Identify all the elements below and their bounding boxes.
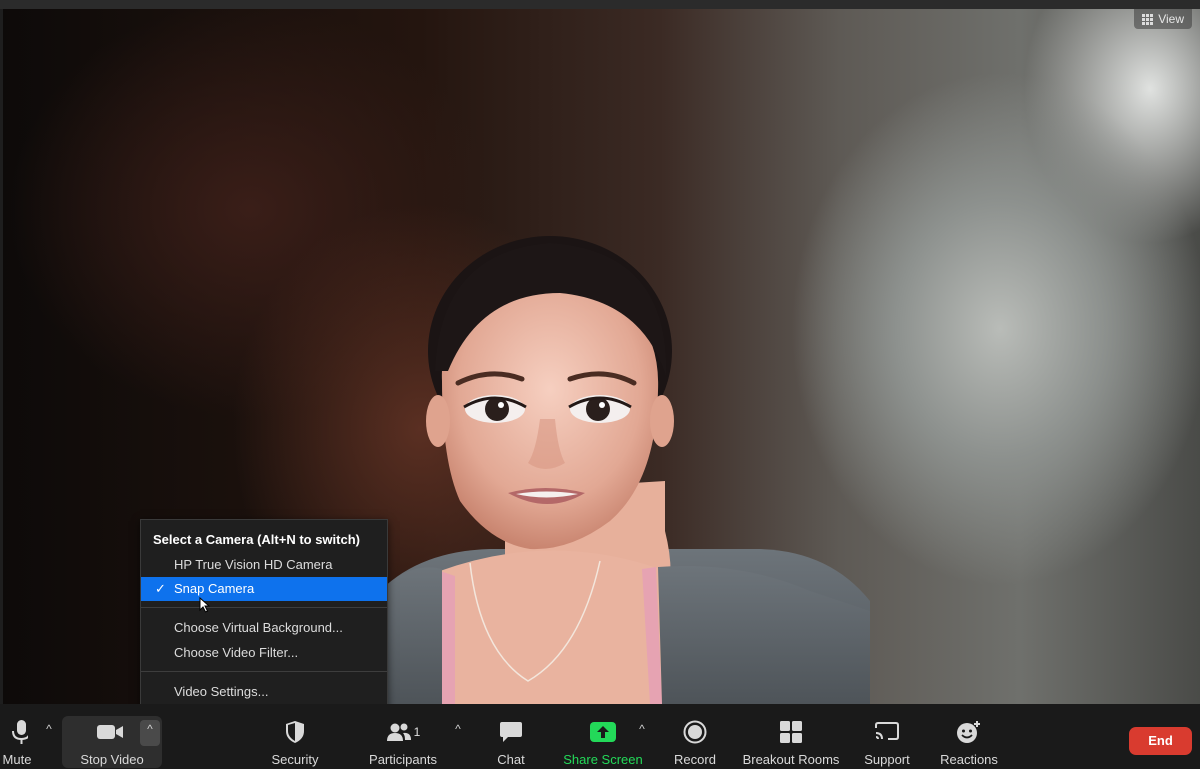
record-label: Record <box>674 752 716 767</box>
reactions-button[interactable]: Reactions <box>936 704 1002 769</box>
end-meeting-button[interactable]: End <box>1129 727 1192 755</box>
smiley-plus-icon <box>957 721 980 743</box>
camera-menu-header: Select a Camera (Alt+N to switch) <box>153 532 360 547</box>
view-label: View <box>1158 12 1184 26</box>
people-icon <box>386 723 411 741</box>
check-icon: ✓ <box>155 581 166 596</box>
grid-squares-icon <box>780 721 802 743</box>
reactions-label: Reactions <box>940 752 998 767</box>
microphone-icon <box>12 720 28 744</box>
mouse-cursor-icon <box>199 597 211 613</box>
support-label: Support <box>864 752 910 767</box>
share-options-caret[interactable]: ^ <box>635 722 649 736</box>
breakout-rooms-button[interactable]: Breakout Rooms <box>742 704 840 769</box>
view-button[interactable]: View <box>1134 9 1192 29</box>
video-settings-option[interactable]: Video Settings... <box>141 680 387 704</box>
menu-option-label: Choose Video Filter... <box>174 645 299 660</box>
participants-options-caret[interactable]: ^ <box>451 722 465 736</box>
participants-label: Participants <box>369 752 437 767</box>
chat-bubble-icon <box>500 722 522 742</box>
chat-button[interactable]: Chat <box>486 704 536 769</box>
breakout-rooms-label: Breakout Rooms <box>742 752 840 767</box>
camera-menu: Select a Camera (Alt+N to switch) HP Tru… <box>140 519 388 711</box>
camera-option-snap[interactable]: ✓ Snap Camera <box>141 577 387 601</box>
record-button[interactable]: Record <box>668 704 722 769</box>
share-screen-button[interactable]: Share Screen <box>562 704 644 769</box>
support-button[interactable]: Support <box>858 704 916 769</box>
window-top-bar <box>0 0 1200 9</box>
cast-icon <box>875 722 899 740</box>
virtual-background-option[interactable]: Choose Virtual Background... <box>141 616 387 640</box>
record-icon <box>683 720 707 744</box>
left-border <box>0 9 3 704</box>
grid-icon <box>1142 13 1154 25</box>
mute-label: Mute <box>2 752 32 767</box>
security-button[interactable]: Security <box>260 704 330 769</box>
security-label: Security <box>271 752 319 767</box>
menu-divider <box>141 607 387 608</box>
menu-option-label: Choose Virtual Background... <box>174 620 343 635</box>
camera-option-hp[interactable]: HP True Vision HD Camera <box>141 553 387 577</box>
camera-option-label: HP True Vision HD Camera <box>174 557 333 572</box>
menu-option-label: Video Settings... <box>174 684 269 699</box>
stop-video-label: Stop Video <box>80 752 144 767</box>
menu-divider <box>141 671 387 672</box>
mute-button[interactable]: Mute <box>0 704 34 769</box>
participant-avatar <box>380 236 870 704</box>
audio-options-caret[interactable]: ^ <box>42 722 56 736</box>
chat-label: Chat <box>497 752 525 767</box>
participants-button[interactable]: 1 Participants <box>363 704 443 769</box>
video-filter-option[interactable]: Choose Video Filter... <box>141 641 387 665</box>
camera-option-label: Snap Camera <box>174 581 255 596</box>
video-camera-icon <box>97 725 123 739</box>
share-screen-label: Share Screen <box>563 752 643 767</box>
share-arrow-icon <box>590 722 616 742</box>
video-options-caret[interactable]: ^ <box>143 722 157 736</box>
participant-count-badge: 1 <box>413 725 421 739</box>
meeting-toolbar: Mute ^ Stop Video ^ Security 1 Participa… <box>0 704 1200 769</box>
shield-icon <box>286 721 304 743</box>
